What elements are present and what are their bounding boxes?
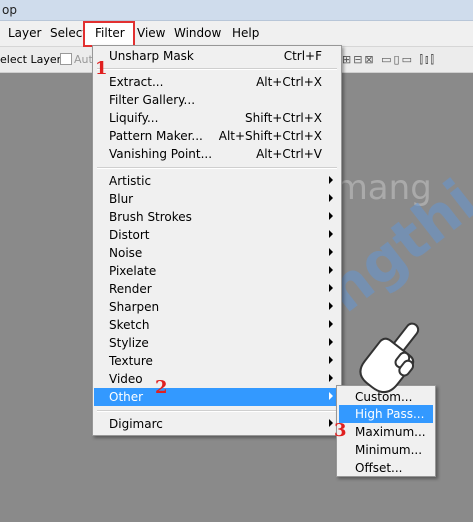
submenu-item-high-pass[interactable]: High Pass... [339, 405, 433, 423]
menu-item-other[interactable]: Other [94, 388, 340, 406]
menu-item-distort[interactable]: Distort [94, 226, 340, 244]
submenu-item-offset[interactable]: Offset... [339, 459, 433, 477]
menu-separator [97, 68, 337, 70]
app-title: op [2, 3, 17, 17]
menu-item-digimarc[interactable]: Digimarc [94, 415, 340, 433]
step-1-label: 1 [95, 58, 108, 79]
menu-item-render[interactable]: Render [94, 280, 340, 298]
menu-item-unsharp-mask[interactable]: Unsharp Mask Ctrl+F [94, 47, 340, 65]
menu-layer[interactable]: Layer [8, 26, 41, 40]
menu-item-brush-strokes[interactable]: Brush Strokes [94, 208, 340, 226]
menu-item-stylize[interactable]: Stylize [94, 334, 340, 352]
align-icons[interactable]: ⊞⊟⊠ ▭▯▭ ⫿⫾⫿ [342, 53, 436, 67]
menu-item-extract[interactable]: Extract... Alt+Ctrl+X [94, 73, 340, 91]
menu-item-sharpen[interactable]: Sharpen [94, 298, 340, 316]
submenu-arrow-icon [329, 266, 333, 274]
menu-item-texture[interactable]: Texture [94, 352, 340, 370]
auto-label: Aut [74, 53, 93, 66]
auto-select-checkbox[interactable] [60, 53, 72, 65]
menu-item-blur[interactable]: Blur [94, 190, 340, 208]
submenu-arrow-icon [329, 248, 333, 256]
submenu-arrow-icon [329, 356, 333, 364]
menu-bar: Layer Select View Window Help [0, 21, 473, 47]
submenu-arrow-icon [329, 392, 333, 400]
menu-item-vanishing-point[interactable]: Vanishing Point... Alt+Ctrl+V [94, 145, 340, 163]
submenu-arrow-icon [329, 302, 333, 310]
menu-filter[interactable]: Filter [83, 21, 135, 47]
step-2-label: 2 [155, 377, 168, 398]
submenu-arrow-icon [329, 212, 333, 220]
menu-help[interactable]: Help [232, 26, 259, 40]
menu-filter-label: Filter [95, 26, 125, 40]
menu-item-sketch[interactable]: Sketch [94, 316, 340, 334]
menu-separator [97, 410, 337, 412]
title-bar: op [0, 0, 473, 21]
submenu-item-minimum[interactable]: Minimum... [339, 441, 433, 459]
auto-select-label: elect Layer [0, 53, 62, 66]
filter-menu: Unsharp Mask Ctrl+F Extract... Alt+Ctrl+X … [92, 45, 342, 436]
submenu-item-maximum[interactable]: Maximum... [339, 423, 433, 441]
step-3-label: 3 [334, 420, 347, 441]
menu-window[interactable]: Window [174, 26, 221, 40]
menu-separator [97, 167, 337, 169]
menu-item-liquify[interactable]: Liquify... Shift+Ctrl+X [94, 109, 340, 127]
menu-item-artistic[interactable]: Artistic [94, 172, 340, 190]
submenu-arrow-icon [329, 230, 333, 238]
menu-item-video[interactable]: Video [94, 370, 340, 388]
hand-pointer-icon [359, 322, 420, 394]
submenu-arrow-icon [329, 374, 333, 382]
submenu-arrow-icon [329, 320, 333, 328]
submenu-arrow-icon [329, 176, 333, 184]
submenu-arrow-icon [329, 284, 333, 292]
menu-select[interactable]: Select [50, 26, 87, 40]
menu-item-noise[interactable]: Noise [94, 244, 340, 262]
menu-item-pixelate[interactable]: Pixelate [94, 262, 340, 280]
menu-item-pattern-maker[interactable]: Pattern Maker... Alt+Shift+Ctrl+X [94, 127, 340, 145]
menu-view[interactable]: View [137, 26, 165, 40]
submenu-arrow-icon [329, 194, 333, 202]
menu-item-filter-gallery[interactable]: Filter Gallery... [94, 91, 340, 109]
submenu-arrow-icon [329, 338, 333, 346]
submenu-arrow-icon [329, 419, 333, 427]
